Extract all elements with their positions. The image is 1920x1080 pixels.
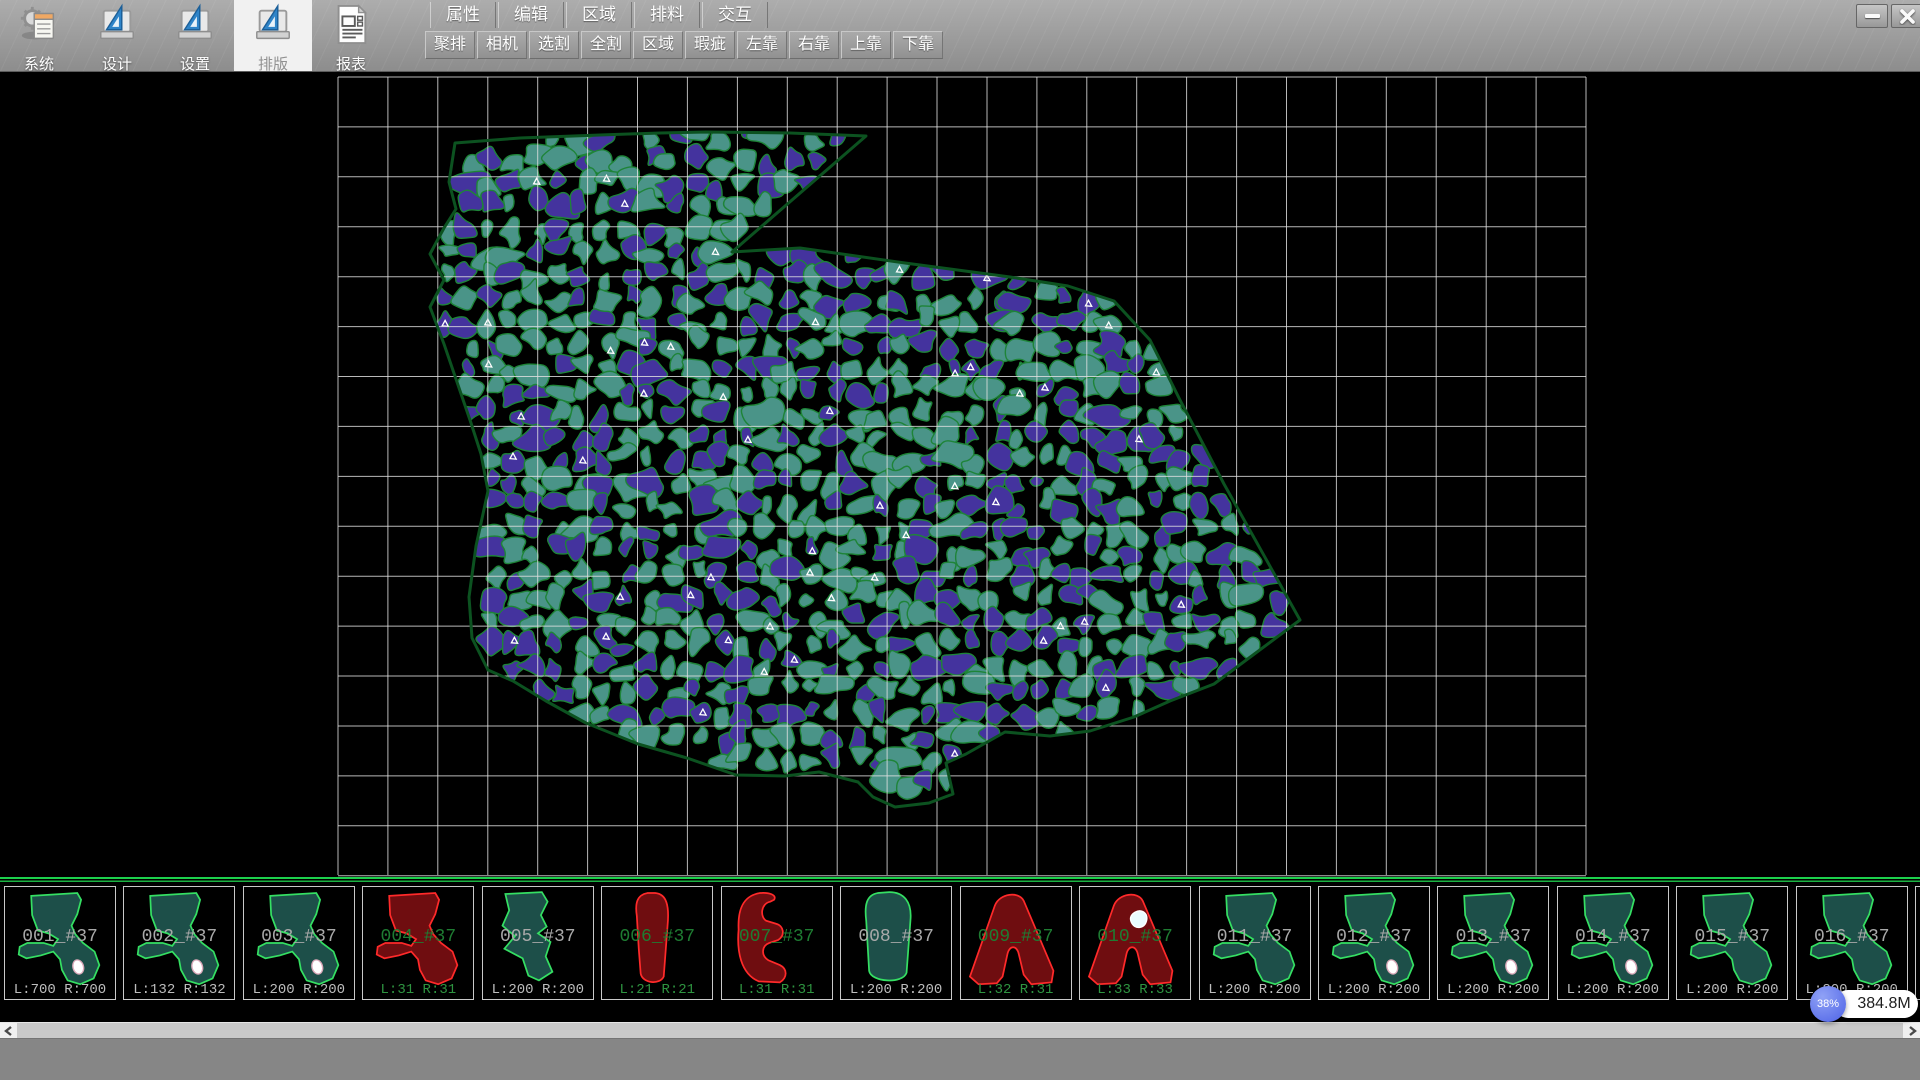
scroll-left-button[interactable]: [0, 1023, 17, 1039]
part-lr-count: L:200 R:200: [1200, 982, 1310, 998]
part-id: 010_#37: [1080, 927, 1190, 947]
settings-icon: [174, 3, 216, 52]
part-lr-count: L:200 R:200: [1438, 982, 1548, 998]
scroll-right-button[interactable]: [1903, 1023, 1920, 1039]
horizontal-scrollbar[interactable]: [0, 1022, 1920, 1038]
tool-button-9[interactable]: 上靠: [841, 31, 891, 59]
minimize-button[interactable]: [1856, 4, 1888, 28]
part-thumbnail-010_#37[interactable]: 010_#37 L:33 R:33: [1079, 886, 1191, 1000]
report-icon: [330, 3, 372, 52]
app-button-label: 系统: [24, 53, 54, 74]
tool-button-2[interactable]: 相机: [477, 31, 527, 59]
tab-4[interactable]: 排料: [634, 2, 700, 28]
part-lr-count: L:31 R:31: [722, 982, 832, 998]
close-button[interactable]: [1891, 4, 1920, 28]
part-lr-count: L:132 R:132: [124, 982, 234, 998]
app-button-report[interactable]: 报表: [312, 0, 390, 71]
memory-value: 384.8M: [1834, 990, 1918, 1018]
part-thumbnail-013_#37[interactable]: 013_#37 L:200 R:200: [1437, 886, 1549, 1000]
part-id: 013_#37: [1438, 927, 1548, 947]
part-thumbnail-006_#37[interactable]: 006_#37 L:21 R:21: [601, 886, 713, 1000]
part-lr-count: L:200 R:200: [841, 982, 951, 998]
app-button-system[interactable]: 系统: [0, 0, 78, 71]
part-id: 012_#37: [1319, 927, 1429, 947]
app-button-label: 设置: [180, 53, 210, 74]
part-thumbnail-015_#37[interactable]: 015_#37 L:200 R:200: [1676, 886, 1788, 1000]
part-lr-count: L:200 R:200: [1558, 982, 1668, 998]
application-window: 系统设计设置排版报表 属性编辑区域排料交互 聚排相机选割全割区域瑕疵左靠右靠上靠…: [0, 0, 1920, 1080]
memory-indicator[interactable]: 384.8M 38%: [1810, 986, 1920, 1024]
app-button-label: 报表: [336, 53, 366, 74]
tool-button-1[interactable]: 聚排: [425, 31, 475, 59]
part-id: 008_#37: [841, 927, 951, 947]
part-lr-count: L:200 R:200: [244, 982, 354, 998]
part-thumbnail-009_#37[interactable]: 009_#37 L:32 R:31: [960, 886, 1072, 1000]
part-lr-count: L:32 R:31: [961, 982, 1071, 998]
part-lr-count: L:200 R:200: [1319, 982, 1429, 998]
minimize-icon: [1865, 14, 1880, 18]
part-thumbnail-011_#37[interactable]: 011_#37 L:200 R:200: [1199, 886, 1311, 1000]
part-thumbnail-004_#37[interactable]: 004_#37 L:31 R:31: [362, 886, 474, 1000]
app-button-settings[interactable]: 设置: [156, 0, 234, 71]
app-button-label: 设计: [102, 53, 132, 74]
part-thumbnail-008_#37[interactable]: 008_#37 L:200 R:200: [840, 886, 952, 1000]
app-button-nesting[interactable]: 排版: [234, 0, 312, 71]
parts-strip: 001_#37 L:700 R:700 002_#37 L:132 R:132 003_…: [0, 883, 1920, 1022]
close-icon: [1899, 8, 1916, 25]
ribbon-toolbar: 系统设计设置排版报表 属性编辑区域排料交互 聚排相机选割全割区域瑕疵左靠右靠上靠…: [0, 0, 1920, 72]
tab-3[interactable]: 区域: [566, 2, 632, 28]
tab-2[interactable]: 编辑: [498, 2, 564, 28]
part-id: 016_#37: [1797, 927, 1907, 947]
part-lr-count: L:200 R:200: [483, 982, 593, 998]
part-id: 004_#37: [363, 927, 473, 947]
status-bar: [0, 1038, 1920, 1080]
nesting-icon: [252, 3, 294, 52]
system-icon: [18, 3, 60, 52]
part-thumbnail-007_#37[interactable]: 007_#37 L:31 R:31: [721, 886, 833, 1000]
part-id: 002_#37: [124, 927, 234, 947]
progress-circle: 38%: [1810, 986, 1846, 1022]
part-thumbnail-014_#37[interactable]: 014_#37 L:200 R:200: [1557, 886, 1669, 1000]
part-thumbnail-001_#37[interactable]: 001_#37 L:700 R:700: [4, 886, 116, 1000]
tool-button-10[interactable]: 下靠: [893, 31, 943, 59]
tool-button-3[interactable]: 选割: [529, 31, 579, 59]
tool-button-5[interactable]: 区域: [633, 31, 683, 59]
part-id: 001_#37: [5, 927, 115, 947]
part-thumbnail-005_#37[interactable]: 005_#37 L:200 R:200: [482, 886, 594, 1000]
part-id: 005_#37: [483, 927, 593, 947]
part-lr-count: L:31 R:31: [363, 982, 473, 998]
chevron-right-icon: [1907, 1026, 1917, 1036]
part-id: 015_#37: [1677, 927, 1787, 947]
part-id: 007_#37: [722, 927, 832, 947]
part-thumbnail-002_#37[interactable]: 002_#37 L:132 R:132: [123, 886, 235, 1000]
nested-pieces: [430, 120, 1290, 799]
part-id: 009_#37: [961, 927, 1071, 947]
tool-button-8[interactable]: 右靠: [789, 31, 839, 59]
tool-button-4[interactable]: 全割: [581, 31, 631, 59]
part-id: 006_#37: [602, 927, 712, 947]
part-thumbnail-partial[interactable]: [1915, 886, 1920, 1000]
part-lr-count: L:700 R:700: [5, 982, 115, 998]
tool-button-6[interactable]: 瑕疵: [685, 31, 735, 59]
part-thumbnail-012_#37[interactable]: 012_#37 L:200 R:200: [1318, 886, 1430, 1000]
nesting-canvas[interactable]: [0, 72, 1920, 877]
part-lr-count: L:200 R:200: [1677, 982, 1787, 998]
part-id: 003_#37: [244, 927, 354, 947]
design-icon: [96, 3, 138, 52]
part-thumbnail-003_#37[interactable]: 003_#37 L:200 R:200: [243, 886, 355, 1000]
app-button-design[interactable]: 设计: [78, 0, 156, 71]
tab-5[interactable]: 交互: [702, 2, 768, 28]
tab-1[interactable]: 属性: [430, 2, 496, 28]
part-lr-count: L:21 R:21: [602, 982, 712, 998]
app-button-label: 排版: [258, 53, 288, 74]
part-id: 014_#37: [1558, 927, 1668, 947]
part-id: 011_#37: [1200, 927, 1310, 947]
part-thumbnail-016_#37[interactable]: 016_#37L:200 R:200: [1796, 886, 1908, 1000]
part-lr-count: L:33 R:33: [1080, 982, 1190, 998]
chevron-left-icon: [4, 1026, 14, 1036]
tool-button-7[interactable]: 左靠: [737, 31, 787, 59]
